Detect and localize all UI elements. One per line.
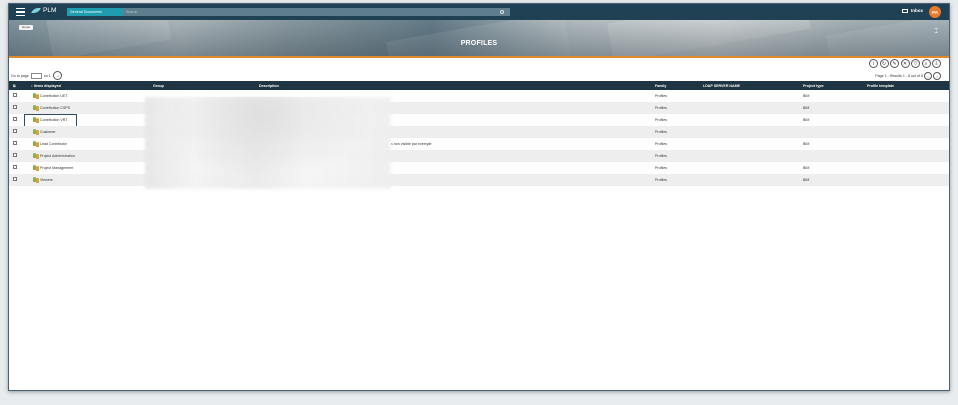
goto-label: Go to page (11, 73, 29, 78)
export-icon[interactable]: ⇩ (932, 59, 941, 68)
row-checkbox[interactable] (13, 93, 17, 97)
goto-page: Go to page on 1 → (11, 71, 62, 80)
row-family: Profiles (655, 166, 667, 170)
row-name[interactable]: Contribution CSPS (40, 106, 70, 110)
refresh-icon[interactable]: ↻ (879, 59, 889, 68)
profile-icon (33, 141, 39, 147)
row-checkbox[interactable] (13, 165, 17, 169)
inbox-label: Inbox (911, 8, 923, 13)
profile-icon (33, 117, 39, 123)
mail-icon (902, 8, 908, 13)
row-checkbox[interactable] (13, 177, 17, 181)
results-info: Page 1 - Results 1 - 8 out of 8 ‹ › (875, 72, 941, 80)
profile-icon (33, 105, 39, 111)
row-name[interactable]: Project Management (40, 166, 73, 170)
select-all-icon[interactable]: ⧉ (13, 84, 16, 88)
row-family: Profiles (655, 142, 667, 146)
app-logo[interactable]: PLM (31, 7, 57, 14)
app-name: PLM (43, 7, 57, 14)
column-family[interactable]: Family (655, 84, 666, 88)
pin-icon[interactable]: ⌶ (934, 29, 938, 36)
back-button[interactable]: Home (19, 25, 33, 30)
row-name[interactable]: Contribution VRT (40, 118, 68, 122)
row-name[interactable]: Contribution UET (40, 94, 68, 98)
profile-icon (33, 165, 39, 171)
zoom-icon[interactable]: ⌕ (921, 59, 931, 68)
row-checkbox[interactable] (13, 129, 17, 133)
leaf-logo-icon (31, 8, 41, 13)
page-banner: Home PROFILES ⌶ (9, 20, 949, 56)
row-family: Profiles (655, 154, 667, 158)
menu-icon[interactable] (16, 8, 25, 16)
column-group[interactable]: Group (153, 84, 164, 88)
table-header: ⧉ ↕ Items displayed Group Description Fa… (9, 81, 949, 90)
banner-divider (9, 56, 949, 58)
row-description: s non visible par exemple (391, 142, 432, 146)
row-name[interactable]: Lead Contributor (40, 142, 67, 146)
search-input[interactable]: Search (123, 8, 510, 16)
row-family: Profiles (655, 178, 667, 182)
page-title: PROFILES (460, 40, 498, 47)
page-number-input[interactable] (30, 72, 42, 79)
toolbar: i ↻ ✎ ✕ ▽ ⌕ ⇩ (869, 59, 941, 68)
row-checkbox[interactable] (13, 105, 17, 109)
page-count-label: on 1 (43, 73, 51, 78)
filter-icon[interactable]: ▽ (911, 59, 920, 68)
row-family: Profiles (655, 130, 667, 134)
profile-icon (33, 153, 39, 159)
search-scope-select[interactable]: General Documents (67, 8, 123, 16)
row-family: Profiles (655, 106, 667, 110)
search-icon[interactable] (500, 9, 504, 14)
inbox-button[interactable]: Inbox (902, 8, 923, 13)
row-project-type: BIM (803, 94, 810, 98)
profile-icon (33, 93, 39, 99)
column-project-type[interactable]: Project type (803, 84, 824, 88)
column-ldap-server-name[interactable]: LDAP SERVER NAME (703, 84, 740, 88)
plm-window: PLM General Documents Search Inbox PA Ho… (8, 3, 950, 391)
profile-icon (33, 177, 39, 183)
row-project-type: BIM (803, 106, 810, 110)
next-page-icon[interactable]: › (933, 72, 941, 80)
row-name[interactable]: Project Administration (40, 154, 75, 158)
row-project-type: BIM (803, 118, 810, 122)
row-family: Profiles (655, 94, 667, 98)
row-family: Profiles (655, 118, 667, 122)
row-project-type: BIM (803, 142, 810, 146)
row-checkbox[interactable] (13, 153, 17, 157)
row-project-type: BIM (803, 166, 810, 170)
row-name[interactable]: Viewers (40, 178, 53, 182)
row-checkbox[interactable] (13, 117, 17, 121)
top-bar: PLM General Documents Search Inbox PA (9, 4, 949, 20)
column-description[interactable]: Description (259, 84, 279, 88)
column-profile-template[interactable]: Profile template (867, 84, 894, 88)
row-name[interactable]: Customer (40, 130, 56, 134)
avatar[interactable]: PA (929, 6, 941, 18)
column-items-displayed[interactable]: ↕ Items displayed (31, 84, 61, 88)
row-checkbox[interactable] (13, 141, 17, 145)
go-arrow-icon[interactable]: → (52, 71, 62, 80)
delete-icon[interactable]: ✕ (900, 59, 910, 68)
results-text: Page 1 - Results 1 - 8 out of 8 (875, 74, 923, 78)
edit-icon[interactable]: ✎ (890, 59, 899, 68)
info-icon[interactable]: i (869, 59, 878, 68)
profile-icon (33, 129, 39, 135)
prev-page-icon[interactable]: ‹ (924, 72, 932, 80)
row-project-type: BIM (803, 178, 810, 182)
redacted-area-overlay (145, 97, 391, 189)
